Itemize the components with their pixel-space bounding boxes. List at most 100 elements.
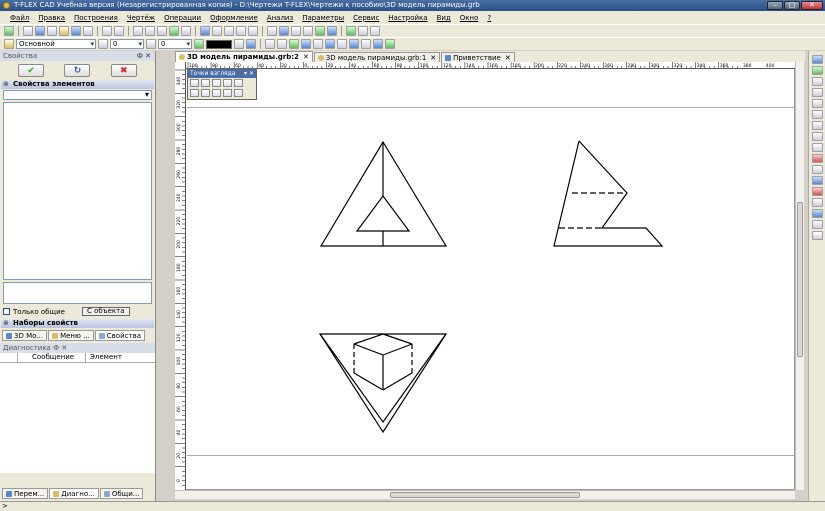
line-width-select[interactable]: 0 [110, 39, 144, 49]
page-icon[interactable] [811, 176, 823, 185]
menu-parameters[interactable]: Параметры [302, 14, 344, 22]
view-back-icon[interactable] [201, 79, 210, 87]
menu-constructions[interactable]: Построения [74, 14, 118, 22]
refresh-button[interactable]: ↻ [64, 64, 91, 77]
doc-tab-1[interactable]: 3D модель пирамиды.grb:2 ✕ [175, 51, 313, 62]
close-button[interactable]: ✕ [801, 1, 823, 10]
camera-icon[interactable] [811, 209, 823, 218]
menu-service[interactable]: Сервис [353, 14, 379, 22]
close-icon[interactable]: ▾ ✕ [244, 69, 254, 78]
bom-icon[interactable] [327, 26, 337, 36]
pan-icon[interactable] [811, 77, 823, 86]
snap-icon[interactable] [246, 39, 256, 49]
open-folder-icon[interactable] [59, 26, 69, 36]
snap-center-icon[interactable] [325, 39, 335, 49]
view-iso2-icon[interactable] [212, 89, 221, 97]
tab-menu[interactable]: Меню ... [48, 330, 94, 341]
zoom-all-icon[interactable] [811, 143, 823, 152]
play-icon[interactable] [370, 26, 380, 36]
cursor-icon[interactable] [265, 39, 275, 49]
snap-all-icon[interactable] [385, 39, 395, 49]
diagnostics-pin-icon[interactable]: Ф ✕ [53, 344, 67, 352]
line-type-select[interactable]: 0 [158, 39, 192, 49]
menu-analysis[interactable]: Анализ [267, 14, 293, 22]
horizontal-scroll-thumb[interactable] [390, 492, 580, 498]
view-right-icon[interactable] [190, 89, 199, 97]
new-file-icon[interactable] [23, 26, 33, 36]
close-tab-icon[interactable]: ✕ [303, 53, 309, 61]
minimize-button[interactable]: – [767, 1, 783, 10]
zoom-previous-icon[interactable] [811, 132, 823, 141]
menu-operations[interactable]: Операции [164, 14, 201, 22]
snap-line-icon[interactable] [301, 39, 311, 49]
snap-tangent-icon[interactable] [349, 39, 359, 49]
color-mode-icon[interactable] [811, 187, 823, 196]
from-object-button[interactable]: С объекта [81, 307, 130, 316]
maximize-button[interactable]: □ [784, 1, 800, 10]
color-swatch[interactable] [206, 39, 232, 49]
grid-icon[interactable] [811, 198, 823, 207]
print-icon[interactable] [83, 26, 93, 36]
view-iso4-icon[interactable] [234, 89, 243, 97]
dimension-icon[interactable] [212, 26, 222, 36]
view-icon[interactable] [303, 26, 313, 36]
tab-common[interactable]: Общи... [99, 488, 144, 499]
zoom-fit-icon[interactable] [811, 110, 823, 119]
snap-node-icon[interactable] [289, 39, 299, 49]
window-icon[interactable] [358, 26, 368, 36]
diag-col-element[interactable]: Элемент [86, 353, 146, 362]
check-icon[interactable] [4, 26, 14, 36]
window-layout-icon[interactable] [811, 55, 823, 64]
menu-file[interactable]: Файл [10, 14, 29, 22]
cancel-button[interactable]: ✖ [110, 64, 137, 77]
menu-help[interactable]: ? [487, 14, 491, 22]
vertical-scroll-thumb[interactable] [797, 202, 803, 357]
tab-3d-model[interactable]: 3D Мо... [2, 330, 48, 341]
tab-diagnostics[interactable]: Диагно... [49, 488, 99, 499]
element-type-dropdown[interactable] [3, 90, 152, 100]
line-icon[interactable] [133, 26, 143, 36]
vertical-scrollbar[interactable] [795, 62, 804, 490]
roughness-icon[interactable] [248, 26, 258, 36]
view-top-icon[interactable] [212, 79, 221, 87]
settings-icon[interactable] [811, 231, 823, 240]
refresh-view-icon[interactable] [811, 66, 823, 75]
view-bottom-icon[interactable] [223, 79, 232, 87]
polygon-icon[interactable] [157, 26, 167, 36]
properties-list[interactable] [3, 102, 152, 280]
zoom-in-icon[interactable] [811, 88, 823, 97]
tab-properties[interactable]: Свойства [94, 330, 145, 341]
projection-icon[interactable] [291, 26, 301, 36]
view-left-icon[interactable] [234, 79, 243, 87]
drawing-canvas[interactable] [175, 62, 795, 490]
tab-variables[interactable]: Перем... [2, 488, 49, 499]
view-front-icon[interactable] [190, 79, 199, 87]
close-tab-icon[interactable]: ✕ [505, 54, 511, 62]
redraw-icon[interactable] [811, 154, 823, 163]
element-properties-header[interactable]: Свойства элементов [1, 80, 154, 89]
menu-edit[interactable]: Правка [38, 14, 65, 22]
snap-end-icon[interactable] [361, 39, 371, 49]
fragment-icon[interactable] [267, 26, 277, 36]
doc-tab-3[interactable]: Приветствие ✕ [441, 52, 515, 62]
menu-view[interactable]: Вид [437, 14, 451, 22]
circle-icon[interactable] [145, 26, 155, 36]
text-icon[interactable] [224, 26, 234, 36]
snap-grid-icon[interactable] [337, 39, 347, 49]
menu-format[interactable]: Оформление [210, 14, 258, 22]
layer-select[interactable]: Основной [16, 39, 96, 49]
new-3d-icon[interactable] [35, 26, 45, 36]
pin-close-icon[interactable]: Ф ✕ [137, 51, 151, 61]
property-sets-header[interactable]: Наборы свойств [1, 319, 154, 328]
node-icon[interactable] [169, 26, 179, 36]
select-icon[interactable] [277, 39, 287, 49]
print-preview-icon[interactable] [811, 220, 823, 229]
zoom-window-icon[interactable] [811, 99, 823, 108]
menu-drawing[interactable]: Чертёж [127, 14, 155, 22]
redo-icon[interactable] [114, 26, 124, 36]
menu-settings[interactable]: Настройка [388, 14, 427, 22]
view-iso1-icon[interactable] [201, 89, 210, 97]
section-icon[interactable] [315, 26, 325, 36]
spline-icon[interactable] [181, 26, 191, 36]
ok-button[interactable]: ✔ [18, 64, 45, 77]
